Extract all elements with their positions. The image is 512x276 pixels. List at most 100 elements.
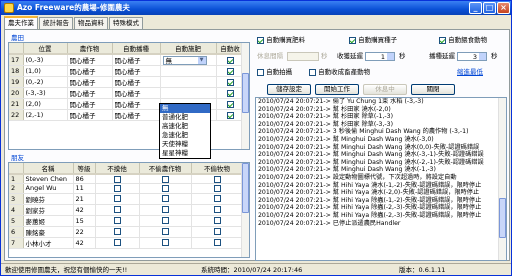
fertilizer-combo[interactable]: 無 ▼ — [162, 55, 207, 65]
friends-col-no-help[interactable]: 不摸他 — [95, 163, 140, 175]
auto-seed-cell[interactable]: 開心橘子 — [112, 109, 161, 121]
auto-photo-option[interactable]: 自動拍攝 — [257, 68, 292, 77]
tab-items[interactable]: 物品資料 — [74, 17, 108, 29]
no-steal-livestock-checkbox[interactable] — [213, 239, 221, 246]
friends-scroll-thumb[interactable] — [242, 163, 249, 213]
friend-row[interactable]: 6 陳銘豪 22 — [9, 226, 244, 238]
friend-name-cell[interactable]: 陳銘豪 — [23, 226, 74, 238]
harvest-delay-spinner[interactable]: 1 — [365, 52, 395, 61]
activity-log[interactable]: 2010/07/24 20:07:21-> 偷了 Yu Chung 1束 水稻 … — [255, 97, 507, 261]
no-steal-livestock-cell[interactable] — [191, 204, 244, 216]
friend-level-cell[interactable]: 11 — [73, 183, 96, 194]
no-help-cell[interactable] — [95, 237, 140, 249]
friend-level-cell[interactable]: 42 — [73, 237, 96, 249]
fertilizer-option[interactable]: 天使神糧 — [160, 140, 210, 149]
no-steal-crops-cell[interactable] — [139, 237, 192, 249]
auto-buy-seed-checkbox[interactable] — [349, 36, 356, 44]
friends-col-no-steal-crops[interactable]: 不偷農作物 — [139, 163, 192, 175]
no-help-checkbox[interactable] — [113, 175, 121, 183]
friend-row[interactable]: 5 麥蕙姬 15 — [9, 215, 244, 227]
no-help-cell[interactable] — [95, 183, 140, 194]
tab-statistics[interactable]: 統計報告 — [39, 17, 73, 29]
auto-seed-cell[interactable]: 開心橘子 — [112, 54, 161, 66]
no-steal-livestock-checkbox[interactable] — [213, 217, 221, 224]
auto-harvest-cell[interactable] — [216, 65, 245, 77]
auto-fert-cell[interactable]: 無 ▼ — [160, 54, 217, 66]
friend-row[interactable]: 2 Angel Wu 11 — [9, 183, 244, 194]
farm-col-auto-fert[interactable]: 自動施肥 — [160, 43, 217, 55]
rest-interval-field[interactable] — [287, 52, 319, 61]
no-help-checkbox[interactable] — [113, 239, 121, 246]
position-cell[interactable]: (-3,-3) — [23, 87, 68, 99]
no-steal-crops-cell[interactable] — [139, 193, 192, 205]
crop-cell[interactable]: 開心橘子 — [67, 109, 113, 121]
position-cell[interactable]: (1,0) — [23, 65, 68, 77]
auto-seed-cell[interactable]: 開心橘子 — [112, 87, 161, 99]
auto-feed-option[interactable]: 自動餵食動物 — [439, 36, 487, 45]
fertilizer-option[interactable]: 急速化肥 — [160, 131, 210, 140]
fertilizer-dropdown-list[interactable]: 無普通化肥 高速化肥 急速化肥 天使神糧 星星神糧 — [159, 103, 211, 159]
no-steal-livestock-cell[interactable] — [191, 226, 244, 238]
auto-fert-cell[interactable] — [160, 76, 217, 88]
no-steal-crops-checkbox[interactable] — [161, 217, 169, 224]
resting-button[interactable]: 休息中 — [363, 84, 407, 95]
crop-cell[interactable]: 開心橘子 — [67, 54, 113, 66]
auto-feed-checkbox[interactable] — [439, 36, 446, 44]
friend-level-cell[interactable]: 22 — [73, 226, 96, 238]
crop-cell[interactable]: 開心橘子 — [67, 76, 113, 88]
auto-harvest-checkbox[interactable] — [226, 100, 234, 108]
farm-col-position[interactable]: 位置 — [23, 43, 68, 55]
friend-row[interactable]: 7 小林小才 42 — [9, 237, 244, 249]
friend-name-cell[interactable]: 麥蕙姬 — [23, 215, 74, 227]
harvest-delay-input[interactable]: 1 — [365, 52, 395, 62]
auto-buy-seed-option[interactable]: 自動購買種子 — [349, 36, 397, 45]
farm-col-crop[interactable]: 農作物 — [67, 43, 113, 55]
fertilizer-option[interactable]: 普通化肥 — [160, 113, 210, 122]
auto-harvest-cell[interactable] — [216, 76, 245, 88]
no-steal-livestock-checkbox[interactable] — [213, 184, 221, 192]
farm-row[interactable]: 17 (0,-3) 開心橘子 開心橘子無 ▼ — [9, 54, 245, 66]
no-help-checkbox[interactable] — [113, 195, 121, 202]
position-cell[interactable]: (2,-1) — [23, 109, 68, 121]
auto-buy-fertilizer-option[interactable]: 自動購買肥料 — [257, 36, 305, 45]
chevron-down-icon[interactable]: ▼ — [197, 56, 206, 64]
auto-harvest-checkbox[interactable] — [226, 78, 234, 86]
no-steal-crops-checkbox[interactable] — [161, 228, 169, 235]
no-help-cell[interactable] — [95, 226, 140, 238]
auto-harvest-cell[interactable] — [216, 54, 245, 66]
log-scroll-thumb[interactable] — [499, 198, 506, 238]
auto-photo-checkbox[interactable] — [257, 68, 264, 76]
farm-col-auto-harvest[interactable]: 自動收 — [216, 43, 245, 55]
plant-delay-updown[interactable] — [479, 53, 486, 60]
auto-harvest-checkbox[interactable] — [226, 111, 234, 119]
auto-animal-harvest-option[interactable]: 自動收成畜產動物 — [309, 68, 370, 77]
no-help-checkbox[interactable] — [113, 184, 121, 192]
friends-col-name[interactable]: 名稱 — [23, 163, 74, 175]
friend-row[interactable]: 4 劉家芬 42 — [9, 204, 244, 216]
no-steal-crops-checkbox[interactable] — [161, 239, 169, 246]
friends-scrollbar[interactable] — [241, 163, 249, 257]
maximize-button[interactable]: □ — [483, 2, 496, 14]
auto-harvest-checkbox[interactable] — [226, 67, 234, 75]
minimize-button[interactable]: _ — [469, 2, 482, 14]
position-cell[interactable]: (0,-3) — [23, 54, 68, 66]
no-help-checkbox[interactable] — [113, 217, 121, 224]
auto-harvest-cell[interactable] — [216, 87, 245, 99]
farm-col-auto-seed[interactable]: 自動播種 — [112, 43, 161, 55]
close-button[interactable]: 關閉 — [411, 84, 455, 95]
no-steal-livestock-checkbox[interactable] — [213, 206, 221, 213]
friend-name-cell[interactable]: 小林小才 — [23, 237, 74, 249]
no-steal-crops-cell[interactable] — [139, 215, 192, 227]
crop-cell[interactable]: 開心橘子 — [67, 98, 113, 110]
no-steal-crops-cell[interactable] — [139, 174, 192, 184]
tab-special-mode[interactable]: 特殊模式 — [109, 17, 143, 29]
auto-fert-cell[interactable] — [160, 87, 217, 99]
auto-seed-cell[interactable]: 開心橘子 — [112, 76, 161, 88]
farm-scrollbar[interactable] — [241, 43, 249, 149]
plant-delay-input[interactable]: 3 — [457, 52, 487, 62]
friends-col-no-steal-livestock[interactable]: 不偷牧物 — [191, 163, 244, 175]
auto-harvest-checkbox[interactable] — [226, 89, 234, 97]
no-help-cell[interactable] — [95, 174, 140, 184]
no-steal-livestock-cell[interactable] — [191, 215, 244, 227]
position-cell[interactable]: (2,0) — [23, 98, 68, 110]
